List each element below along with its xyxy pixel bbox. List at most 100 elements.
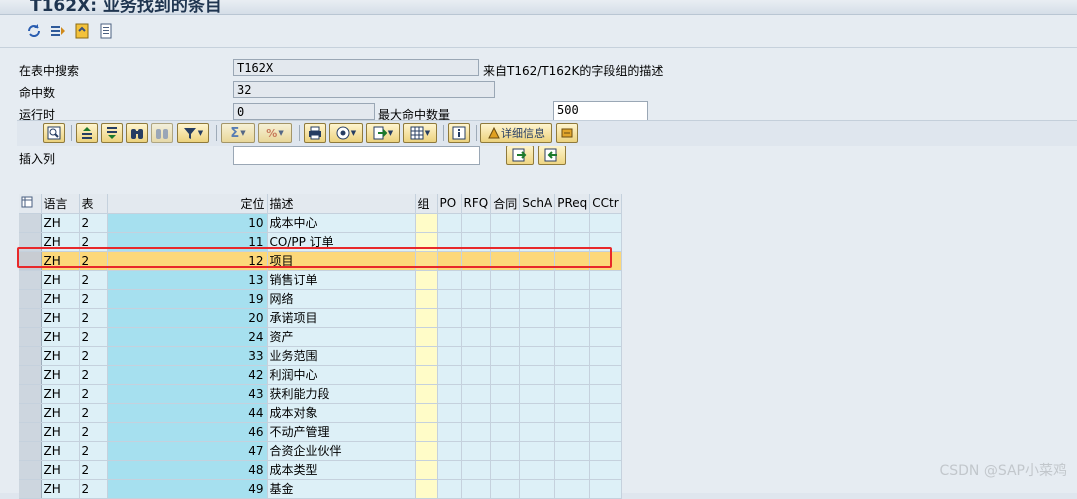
more-button[interactable] xyxy=(556,123,578,143)
insert-column-input[interactable] xyxy=(233,146,480,165)
max-hits-input[interactable]: 500 xyxy=(553,101,648,121)
table-row[interactable]: ZH 2 24 资产 xyxy=(19,327,622,347)
rfq-cell xyxy=(461,384,492,404)
refresh-icon[interactable] xyxy=(25,22,43,40)
row-selector[interactable] xyxy=(19,346,42,366)
window-title-bar: T162X: 业务找到的条目 xyxy=(0,0,1077,15)
highlight-frame xyxy=(17,247,612,268)
row-selector[interactable] xyxy=(19,460,42,480)
group-cell xyxy=(415,479,438,499)
row-selector[interactable] xyxy=(19,270,42,290)
preq-cell xyxy=(554,270,591,290)
scha-cell xyxy=(519,270,556,290)
subtotal-button[interactable]: % ▼ xyxy=(258,123,292,143)
sort-ascending-button[interactable] xyxy=(76,123,98,143)
toolbar-separator xyxy=(299,125,300,141)
preq-cell xyxy=(554,441,591,461)
table-cell: 2 xyxy=(79,460,108,480)
po-cell xyxy=(437,479,462,499)
column-header-position[interactable]: 定位 xyxy=(107,194,268,214)
table-row[interactable]: ZH 2 43 获利能力段 xyxy=(19,384,622,404)
view-icon xyxy=(336,126,350,140)
column-header-rfq[interactable]: RFQ xyxy=(461,194,492,214)
scha-cell xyxy=(519,422,556,442)
row-selector[interactable] xyxy=(19,479,42,499)
binoculars-next-icon xyxy=(156,129,168,139)
details-view-button[interactable] xyxy=(43,123,65,143)
row-selector[interactable] xyxy=(19,422,42,442)
table-row[interactable]: ZH 2 33 业务范围 xyxy=(19,346,622,366)
table-cell: 2 xyxy=(79,308,108,328)
preq-cell xyxy=(554,384,591,404)
sort-descending-button[interactable] xyxy=(101,123,123,143)
contract-cell xyxy=(490,346,521,366)
cctr-cell xyxy=(589,213,622,233)
po-cell xyxy=(437,346,462,366)
find-button[interactable] xyxy=(126,123,148,143)
information-button[interactable] xyxy=(448,123,470,143)
table-row[interactable]: ZH 2 48 成本类型 xyxy=(19,460,622,480)
column-header-preq[interactable]: PReq xyxy=(554,194,591,214)
mark-icon[interactable] xyxy=(73,22,91,40)
row-selector[interactable] xyxy=(19,327,42,347)
row-selector[interactable] xyxy=(19,213,42,233)
po-cell xyxy=(437,308,462,328)
scha-cell xyxy=(519,213,556,233)
table-row[interactable]: ZH 2 46 不动产管理 xyxy=(19,422,622,442)
details-button[interactable]: 详细信息 xyxy=(480,123,552,143)
column-header-language[interactable]: 语言 xyxy=(41,194,80,214)
table-row[interactable]: ZH 2 44 成本对象 xyxy=(19,403,622,423)
table-cell: 2 xyxy=(79,479,108,499)
row-selector[interactable] xyxy=(19,403,42,423)
table-row[interactable]: ZH 2 10 成本中心 xyxy=(19,213,622,233)
print-button[interactable] xyxy=(304,123,326,143)
total-button[interactable]: Σ ▼ xyxy=(221,123,255,143)
find-next-button[interactable] xyxy=(151,123,173,143)
table-row[interactable]: ZH 2 20 承诺项目 xyxy=(19,308,622,328)
table-cell: 2 xyxy=(79,270,108,290)
description-cell: 基金 xyxy=(267,479,416,499)
search-table-field[interactable]: T162X xyxy=(233,59,479,76)
column-header-description[interactable]: 描述 xyxy=(267,194,416,214)
documentation-icon[interactable] xyxy=(97,22,115,40)
row-selector[interactable] xyxy=(19,384,42,404)
table-row[interactable]: ZH 2 19 网络 xyxy=(19,289,622,309)
export-button[interactable]: ▼ xyxy=(366,123,400,143)
table-cell: 2 xyxy=(79,289,108,309)
filter-button[interactable]: ▼ xyxy=(177,123,209,143)
toolbar-separator xyxy=(216,125,217,141)
table-row[interactable]: ZH 2 47 合资企业伙伴 xyxy=(19,441,622,461)
row-selector[interactable] xyxy=(19,365,42,385)
column-header-contract[interactable]: 合同 xyxy=(490,194,521,214)
insert-column-button[interactable] xyxy=(506,145,534,165)
insert-column-icon xyxy=(512,148,527,162)
table-cell: 2 xyxy=(79,213,108,233)
language-cell: ZH xyxy=(41,213,80,233)
select-all-cell[interactable] xyxy=(19,194,42,214)
table-row[interactable]: ZH 2 49 基金 xyxy=(19,479,622,499)
column-header-scha[interactable]: SchA xyxy=(519,194,556,214)
delete-column-button[interactable] xyxy=(538,145,566,165)
dropdown-arrow-icon: ▼ xyxy=(278,129,284,137)
po-cell xyxy=(437,441,462,461)
table-row[interactable]: ZH 2 13 销售订单 xyxy=(19,270,622,290)
layout-button[interactable]: ▼ xyxy=(403,123,437,143)
row-selector[interactable] xyxy=(19,441,42,461)
preq-cell xyxy=(554,479,591,499)
fieldlist-icon[interactable] xyxy=(49,22,67,40)
scha-cell xyxy=(519,441,556,461)
group-cell xyxy=(415,289,438,309)
po-cell xyxy=(437,460,462,480)
views-button[interactable]: ▼ xyxy=(329,123,363,143)
column-header-cctr[interactable]: CCtr xyxy=(589,194,622,214)
column-header-po[interactable]: PO xyxy=(437,194,462,214)
dropdown-arrow-icon: ▼ xyxy=(240,129,246,137)
description-cell: 成本中心 xyxy=(267,213,416,233)
select-all-icon xyxy=(21,196,33,208)
table-row[interactable]: ZH 2 42 利润中心 xyxy=(19,365,622,385)
row-selector[interactable] xyxy=(19,289,42,309)
column-header-table[interactable]: 表 xyxy=(79,194,108,214)
row-selector[interactable] xyxy=(19,308,42,328)
column-header-group[interactable]: 组 xyxy=(415,194,438,214)
po-cell xyxy=(437,270,462,290)
